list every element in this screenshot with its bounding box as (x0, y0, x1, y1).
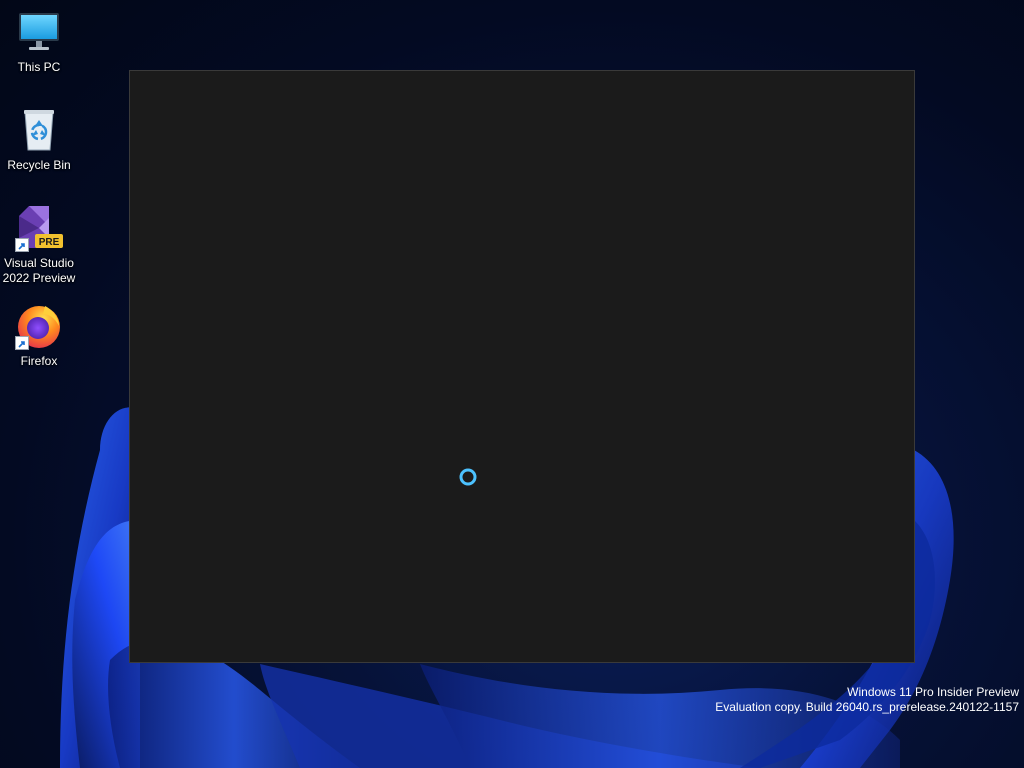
watermark-build: Evaluation copy. Build 26040.rs_prerelea… (715, 700, 1019, 714)
monitor-icon (15, 8, 63, 56)
desktop-icon-this-pc[interactable]: This PC (0, 8, 78, 75)
desktop-icon-visual-studio-2022-preview[interactable]: PRE Visual Studio 2022 Preview (0, 204, 78, 286)
pre-badge: PRE (39, 237, 60, 248)
shortcut-arrow-icon (15, 336, 29, 350)
desktop-icon-firefox[interactable]: Firefox (0, 302, 78, 369)
visual-studio-icon: PRE (15, 204, 63, 252)
desktop-icon-label: Visual Studio 2022 Preview (2, 256, 76, 285)
desktop-icon-recycle-bin[interactable]: Recycle Bin (0, 106, 78, 173)
firefox-icon (15, 302, 63, 350)
recycle-bin-icon (15, 106, 63, 154)
desktop-icon-label: This PC (17, 60, 61, 74)
loading-spinner-icon (459, 468, 477, 486)
desktop: This PC Recycle Bin PRE Visual Studio 20… (0, 0, 1024, 768)
desktop-icon-label: Firefox (20, 354, 58, 368)
loading-window[interactable] (129, 70, 915, 663)
watermark-edition: Windows 11 Pro Insider Preview (847, 685, 1019, 699)
desktop-icon-label: Recycle Bin (7, 158, 71, 172)
evaluation-watermark: Windows 11 Pro Insider Preview Evaluatio… (715, 685, 1019, 715)
shortcut-arrow-icon (15, 238, 29, 252)
